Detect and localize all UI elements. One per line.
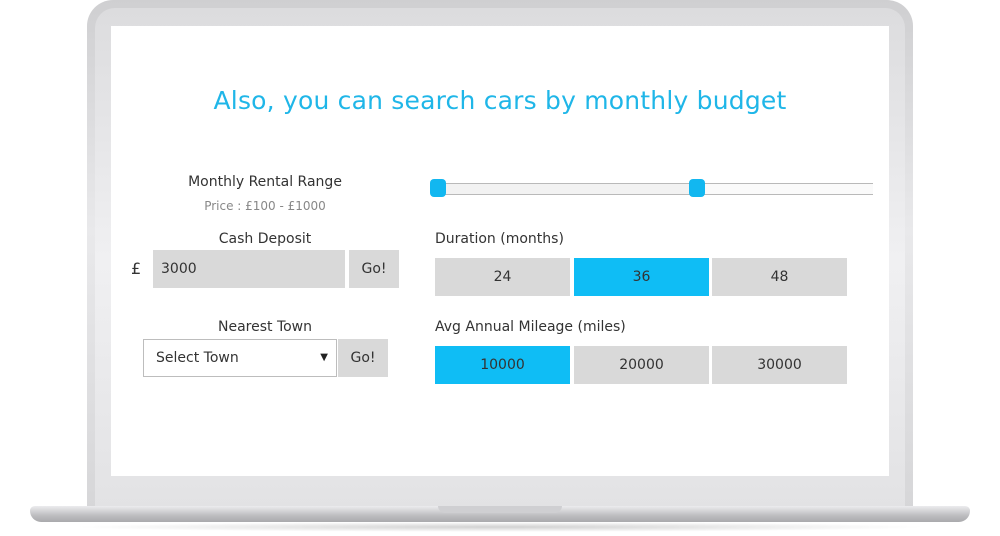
laptop-screen: Also, you can search cars by monthly bud… — [111, 26, 889, 476]
slider-min-handle[interactable] — [430, 179, 447, 197]
duration-label: Duration (months) — [435, 231, 564, 247]
laptop-notch — [438, 506, 562, 513]
slider-max-handle[interactable] — [689, 179, 705, 197]
mileage-label: Avg Annual Mileage (miles) — [435, 319, 626, 335]
mileage-option-30000[interactable]: 30000 — [712, 346, 847, 384]
mileage-option-20000[interactable]: 20000 — [574, 346, 709, 384]
cash-deposit-input[interactable] — [153, 250, 345, 288]
duration-option-24[interactable]: 24 — [435, 258, 570, 296]
town-select[interactable]: Select Town ▼ — [143, 339, 337, 377]
price-range-text: Price : £100 - £1000 — [204, 199, 326, 213]
currency-symbol: £ — [131, 259, 142, 278]
cash-deposit-label: Cash Deposit — [218, 231, 312, 247]
dropdown-arrow-icon: ▼ — [320, 352, 328, 363]
monthly-range-slider[interactable] — [430, 179, 873, 197]
slider-selected-range — [433, 184, 697, 194]
duration-option-36[interactable]: 36 — [574, 258, 709, 296]
cash-deposit-go-button[interactable]: Go! — [349, 250, 399, 288]
nearest-town-label: Nearest Town — [217, 319, 313, 335]
mileage-option-10000[interactable]: 10000 — [435, 346, 570, 384]
town-select-value: Select Town — [156, 350, 239, 366]
nearest-town-go-button[interactable]: Go! — [338, 339, 388, 377]
laptop-shadow — [70, 522, 930, 532]
monthly-range-label: Monthly Rental Range — [188, 174, 342, 190]
page-headline: Also, you can search cars by monthly bud… — [213, 86, 787, 115]
duration-option-48[interactable]: 48 — [712, 258, 847, 296]
